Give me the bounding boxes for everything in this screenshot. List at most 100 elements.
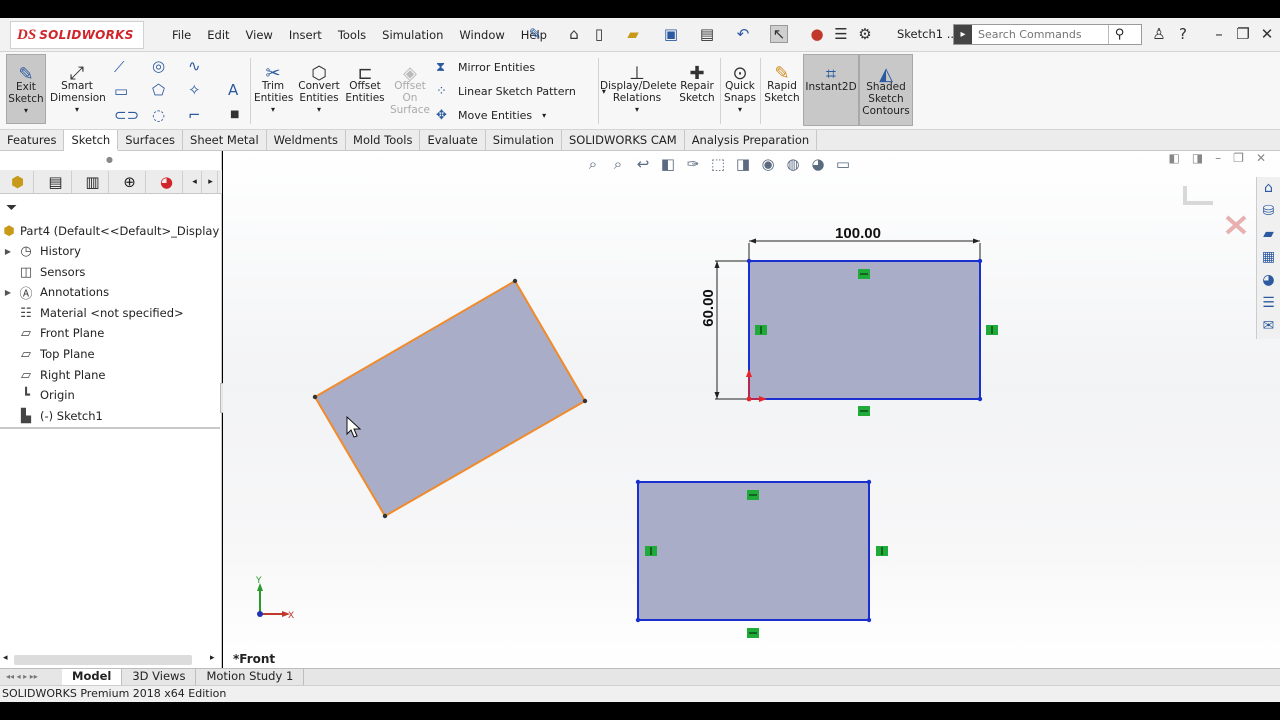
line-icon[interactable]: ⟋ (114, 58, 125, 76)
sketch-point[interactable] (635, 617, 641, 623)
search-input[interactable] (972, 28, 1108, 41)
open-folder-icon[interactable]: ▰ (624, 25, 642, 43)
tree-item-right-plane[interactable]: ▱ Right Plane (0, 365, 105, 385)
menu-simulation[interactable]: Simulation (374, 28, 451, 42)
sketch-point[interactable] (977, 396, 983, 402)
tree-item-top-plane[interactable]: ▱ Top Plane (0, 344, 95, 364)
vertical-dimension-value[interactable]: 60.00 (700, 289, 717, 327)
dimxpert-tab-icon[interactable]: ⊕ (114, 171, 146, 193)
slot-icon[interactable]: ⊂⊃ (114, 106, 139, 124)
tab-weldments[interactable]: Weldments (267, 130, 347, 151)
rebuild-icon[interactable]: ● (808, 25, 826, 43)
smart-dimension-button[interactable]: ⤢ Smart Dimension ▾ (50, 54, 106, 116)
menu-file[interactable]: File (164, 28, 199, 42)
menu-edit[interactable]: Edit (199, 28, 237, 42)
rapid-sketch-button[interactable]: ✎ Rapid Sketch (764, 54, 800, 105)
tab-analysis-preparation[interactable]: Analysis Preparation (685, 130, 818, 151)
exit-sketch-button[interactable]: ✎ Exit Sketch ▾ (6, 54, 46, 124)
restore-icon[interactable]: ❐ (1234, 25, 1252, 43)
tab-mold-tools[interactable]: Mold Tools (346, 130, 421, 151)
user-icon[interactable]: ♙ (1150, 25, 1168, 43)
tree-item-history[interactable]: ▶ ◷ History (0, 241, 81, 261)
horizontal-scrollbar[interactable]: ◂ ▸ (0, 651, 222, 667)
file-properties-icon[interactable]: ☰ (832, 25, 850, 43)
rollback-bar[interactable] (0, 427, 220, 429)
sketch-point[interactable] (512, 278, 518, 284)
print-icon[interactable]: ▤ (698, 25, 716, 43)
scrollbar-thumb[interactable] (14, 655, 192, 665)
text-icon[interactable]: A (228, 81, 238, 99)
sketch-canvas[interactable]: 100.00 60.00 Y X (223, 151, 1253, 669)
sketch-point[interactable] (746, 258, 752, 264)
dropdown-arrow-icon[interactable]: ▾ (542, 111, 546, 120)
tab-features[interactable]: Features (0, 130, 65, 151)
trim-entities-button[interactable]: ✂ Trim Entities ▾ (254, 54, 293, 116)
view-palette-icon[interactable]: ▦ (1257, 246, 1280, 269)
file-explorer-icon[interactable]: ▰ (1257, 223, 1280, 246)
forum-icon[interactable]: ✉ (1257, 315, 1280, 338)
property-manager-tab-icon[interactable]: ▤ (40, 171, 72, 193)
solidworks-resources-icon[interactable]: ⌂ (1257, 177, 1280, 200)
tree-item-sensors[interactable]: ◫ Sensors (0, 262, 86, 282)
search-icon[interactable]: ⚲ (1108, 25, 1130, 44)
close-icon[interactable]: ✕ (1258, 25, 1276, 43)
lower-rectangle-shape[interactable] (637, 481, 870, 621)
pin-icon[interactable]: ✎ (526, 25, 544, 43)
tree-item-front-plane[interactable]: ▱ Front Plane (0, 323, 104, 343)
dimensioned-rectangle-shape[interactable] (748, 260, 981, 400)
point-icon[interactable]: ✧ (188, 81, 201, 99)
menu-tools[interactable]: Tools (330, 28, 374, 42)
tree-item-sketch1[interactable]: ▙ (-) Sketch1 (0, 406, 103, 426)
sketch-point[interactable] (635, 479, 641, 485)
appearances-icon[interactable]: ◕ (1257, 269, 1280, 292)
rotated-rectangle-shape[interactable] (313, 279, 587, 518)
options-gear-icon[interactable]: ⚙ (856, 25, 874, 43)
panel-grip-icon[interactable]: ● (106, 155, 113, 164)
display-manager-tab-icon[interactable]: ◕ (151, 171, 183, 193)
vertical-relation-icon[interactable] (645, 546, 657, 556)
circle-icon[interactable]: ◎ (152, 57, 165, 75)
tree-root-part[interactable]: ⬢ Part4 (Default<<Default>_Display State (0, 221, 253, 241)
rectangle-icon[interactable]: ▭ (114, 82, 128, 100)
arc-icon[interactable]: ◌ (152, 106, 165, 124)
expand-arrow-icon[interactable]: ▶ (0, 247, 16, 256)
filter-icon[interactable]: ⏷ (6, 200, 17, 216)
vertical-relation-icon[interactable] (876, 546, 888, 556)
feature-manager-tab-icon[interactable]: ⬢ (2, 171, 34, 193)
menu-window[interactable]: Window (451, 28, 512, 42)
tree-item-origin[interactable]: ┗ Origin (0, 385, 75, 405)
polygon-icon[interactable]: ⬠ (152, 81, 165, 99)
horizontal-relation-icon[interactable] (747, 628, 759, 638)
menu-view[interactable]: View (238, 28, 281, 42)
quick-snaps-button[interactable]: ⊙ Quick Snaps ▾ (722, 54, 758, 116)
horizontal-relation-icon[interactable] (858, 406, 870, 416)
sketch-point[interactable] (866, 479, 872, 485)
tab-sheet-metal[interactable]: Sheet Metal (183, 130, 267, 151)
shaded-sketch-contours-button[interactable]: ◭ Shaded Sketch Contours (859, 54, 913, 126)
move-entities-button[interactable]: ✥ Move Entities ▾ (436, 108, 546, 123)
help-icon[interactable]: ? (1174, 25, 1192, 43)
horizontal-dimension-value[interactable]: 100.00 (835, 225, 881, 242)
doc-close-icon[interactable]: ✕ (1256, 151, 1266, 165)
rotated-rectangle[interactable] (312, 278, 588, 519)
cancel-sketch-icon[interactable] (1225, 215, 1247, 235)
lower-rectangle[interactable] (635, 479, 888, 638)
minimize-icon[interactable]: – (1210, 25, 1228, 43)
search-box[interactable]: ▸ ⚲ (953, 24, 1142, 45)
tab-surfaces[interactable]: Surfaces (118, 130, 184, 151)
tab-sketch[interactable]: Sketch (64, 130, 119, 151)
tree-item-annotations[interactable]: ▶ Ⓐ Annotations (0, 282, 109, 302)
scroll-left-icon[interactable]: ◂ (3, 653, 8, 663)
linear-sketch-pattern-button[interactable]: ⁘ Linear Sketch Pattern ▾ (436, 84, 606, 99)
select-arrow-icon[interactable]: ↖ (770, 25, 788, 43)
tab-model[interactable]: Model (62, 669, 123, 685)
scroll-right-icon[interactable]: ▸ (210, 653, 215, 663)
dimensioned-rectangle[interactable]: 100.00 60.00 (700, 225, 998, 416)
vertical-relation-icon[interactable] (755, 325, 767, 335)
sketch-point[interactable] (866, 617, 872, 623)
offset-on-surface-button[interactable]: ◈ Offset On Surface (388, 54, 432, 117)
sketch-point[interactable] (582, 398, 588, 404)
sketch-point[interactable] (977, 258, 983, 264)
scroll-right-icon[interactable]: ▸ (204, 171, 218, 193)
scroll-left-icon[interactable]: ◂ (188, 171, 202, 193)
